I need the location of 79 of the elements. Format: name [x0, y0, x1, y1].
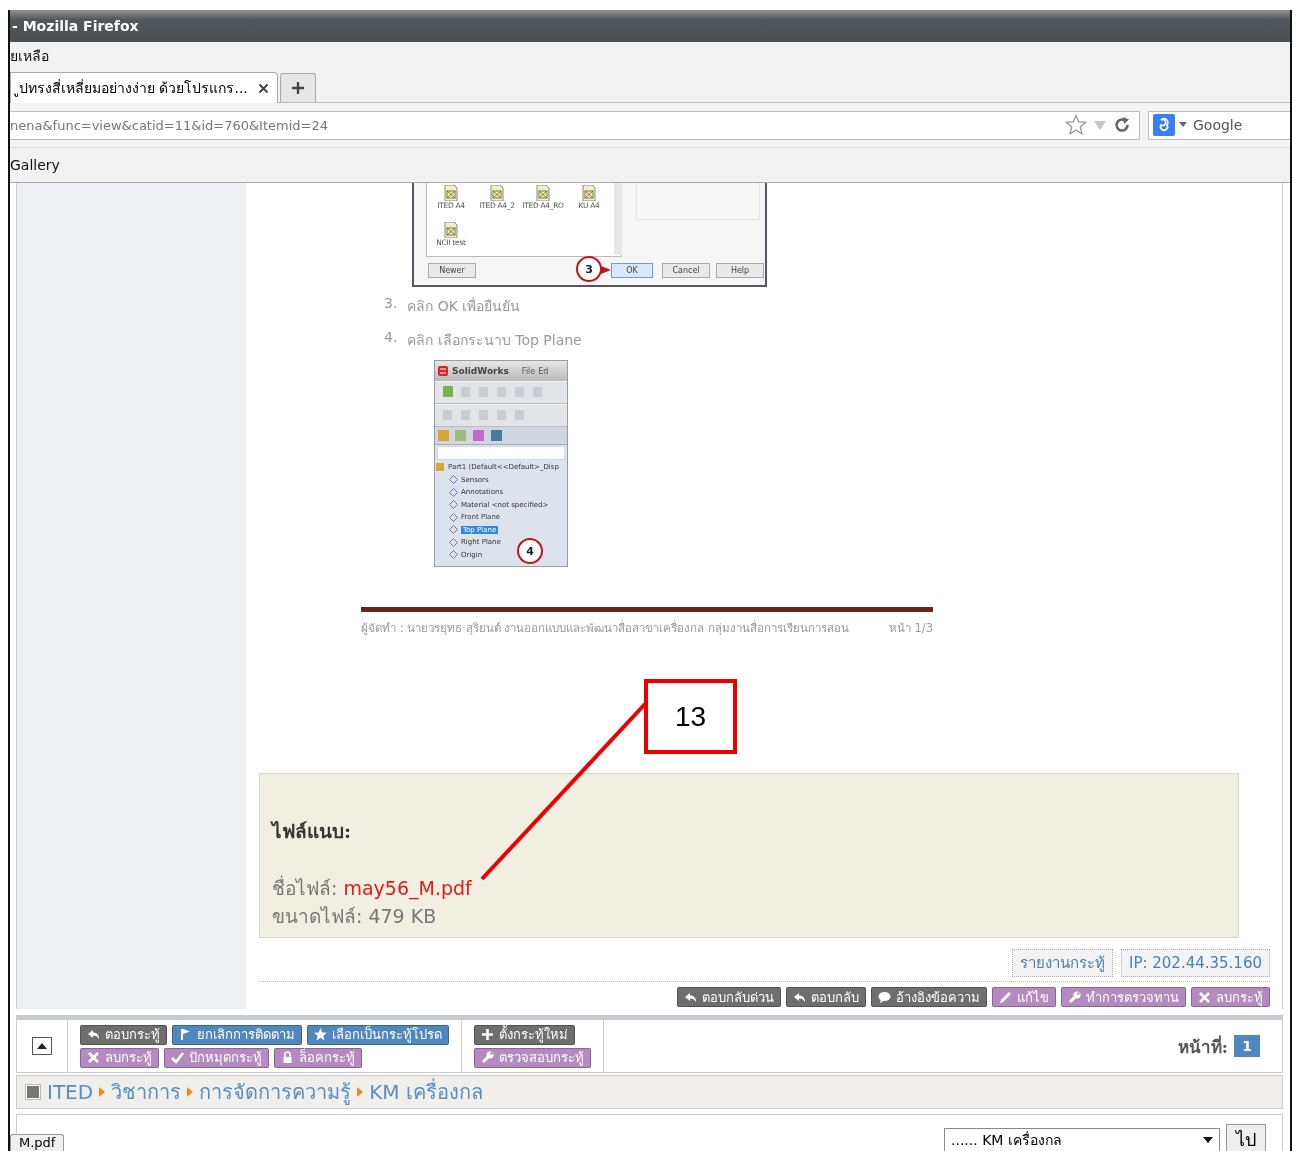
search-field[interactable]: Google — [1191, 115, 1290, 135]
page-label: หน้าที่: — [1177, 1034, 1228, 1059]
app-title: SolidWorks — [452, 366, 509, 376]
document-footer-text: ผู้จัดทำ : นายวรยุทธ สุริยนต์ งานออกแบบและพัฒนาสื่อสาขาเครื่องกล กลุ่มงานสื่อการเรียนการสอน — [361, 619, 850, 637]
forum-select[interactable]: ...... KM เครื่องกล — [944, 1128, 1220, 1151]
search-engine-icon[interactable] — [1153, 114, 1175, 136]
attachment-heading: ไฟล์แนบ: — [272, 819, 352, 844]
template-file-icon — [444, 185, 458, 201]
close-icon[interactable] — [257, 82, 269, 94]
download-tab[interactable]: M.pdf — [10, 1134, 65, 1151]
post-action-button[interactable]: ตอบกลับด่วน — [677, 987, 781, 1007]
thread-action-button[interactable]: ตรวจสอบกระทู้ — [474, 1047, 591, 1068]
wrench-icon — [480, 1050, 495, 1065]
thread-action-button[interactable]: ลบกระทู้ — [80, 1047, 159, 1068]
thread-action-button[interactable]: เลือกเป็นกระทู้โปรด — [307, 1024, 449, 1045]
report-link[interactable]: รายงานกระทู้ — [1011, 949, 1113, 977]
file-name-line: ชื่อไฟล์: may56_M.pdf — [272, 874, 473, 902]
up-triangle-icon — [37, 1043, 47, 1049]
step-marker: 3 — [576, 256, 602, 282]
template-file-icon — [582, 185, 596, 201]
post-action-button[interactable]: อ้างอิงข้อความ — [871, 987, 987, 1007]
post-action-button[interactable]: แก้ไข — [992, 987, 1056, 1007]
speech-bubble-icon — [877, 989, 892, 1005]
logo-icon — [437, 365, 449, 377]
new-tab-button[interactable] — [279, 73, 316, 102]
page-button[interactable]: 1 — [1234, 1035, 1260, 1057]
file-link[interactable]: may56_M.pdf — [343, 877, 472, 899]
plus-icon — [480, 1027, 495, 1042]
flag-icon — [178, 1027, 193, 1042]
dropdown-caret-icon — [1203, 1137, 1213, 1143]
post-action-button[interactable]: ตอบกลับ — [786, 987, 866, 1007]
template-file-icon — [490, 185, 504, 201]
step-text: คลิก OK เพื่อยืนยัน — [407, 296, 521, 316]
reload-icon[interactable] — [1113, 116, 1131, 134]
post-action-button[interactable]: ทำการตรวจทาน — [1061, 987, 1186, 1007]
thread-action-button[interactable]: ยกเลิกการติดตาม — [172, 1024, 302, 1045]
template-file-icon — [444, 221, 458, 238]
template-file-icon — [536, 185, 550, 201]
go-button[interactable]: ไป — [1226, 1124, 1266, 1151]
star-outline-icon[interactable] — [1065, 114, 1087, 136]
bookmark-link[interactable]: Gallery — [10, 157, 60, 173]
separator-triangle-icon — [187, 1087, 194, 1097]
breadcrumb-link[interactable]: วิชาการ — [111, 1076, 182, 1108]
pointer-arrow-icon — [601, 266, 611, 274]
plus-icon — [290, 81, 305, 95]
search-box[interactable]: Google — [1148, 110, 1290, 140]
check-icon — [170, 1050, 185, 1065]
page-number: หน้า 1/3 — [888, 620, 933, 637]
ip-address: IP: 202.44.35.160 — [1120, 949, 1270, 977]
scroll-bar — [614, 183, 622, 255]
menu-item[interactable]: ยเหลือ — [10, 45, 49, 67]
thread-action-button[interactable]: ปักหมุดกระทู้ — [164, 1047, 269, 1068]
post-action-button[interactable]: ลบกระทู้ — [1191, 987, 1270, 1007]
wrench-icon — [1067, 989, 1082, 1005]
browser-tab[interactable]: ูปทรงสี่เหลี่ยมอย่างง่าย ด้วยโปรแกร... — [10, 72, 278, 103]
pencil-icon — [998, 989, 1013, 1005]
thread-action-button[interactable]: ตอบกระทู้ — [80, 1024, 167, 1045]
step-text: คลิก เลือกระนาบ Top Plane — [407, 331, 582, 350]
address-bar[interactable]: nena&func=view&catid=11&id=760&Itemid=24 — [10, 110, 1140, 140]
panel-tabs-drawing — [435, 427, 503, 443]
file-size-line: ขนาดไฟล์: 479 KB — [272, 904, 438, 929]
part-icon — [435, 462, 445, 473]
x-icon — [86, 1050, 101, 1065]
breadcrumb-link[interactable]: KM เครื่องกล — [369, 1076, 483, 1108]
window-title: - Mozilla Firefox — [10, 10, 1290, 42]
thread-action-button[interactable]: ล็อคกระทู้ — [274, 1047, 362, 1068]
square-icon — [25, 1084, 41, 1100]
separator-triangle-icon — [357, 1087, 364, 1097]
separator-triangle-icon — [99, 1087, 106, 1097]
scroll-up-button[interactable] — [32, 1037, 52, 1055]
thread-action-button[interactable]: ตั้งกระทู้ใหม่ — [474, 1024, 575, 1045]
star-icon — [313, 1027, 328, 1042]
breadcrumb-link[interactable]: ITED — [47, 1080, 94, 1104]
breadcrumb-link[interactable]: การจัดการความรู้ — [199, 1076, 352, 1108]
x-icon — [1197, 989, 1212, 1005]
callout-number: 13 — [644, 679, 737, 754]
caret-icon — [1179, 122, 1187, 128]
step-number: 4. — [384, 329, 398, 347]
step-number: 3. — [384, 295, 398, 313]
